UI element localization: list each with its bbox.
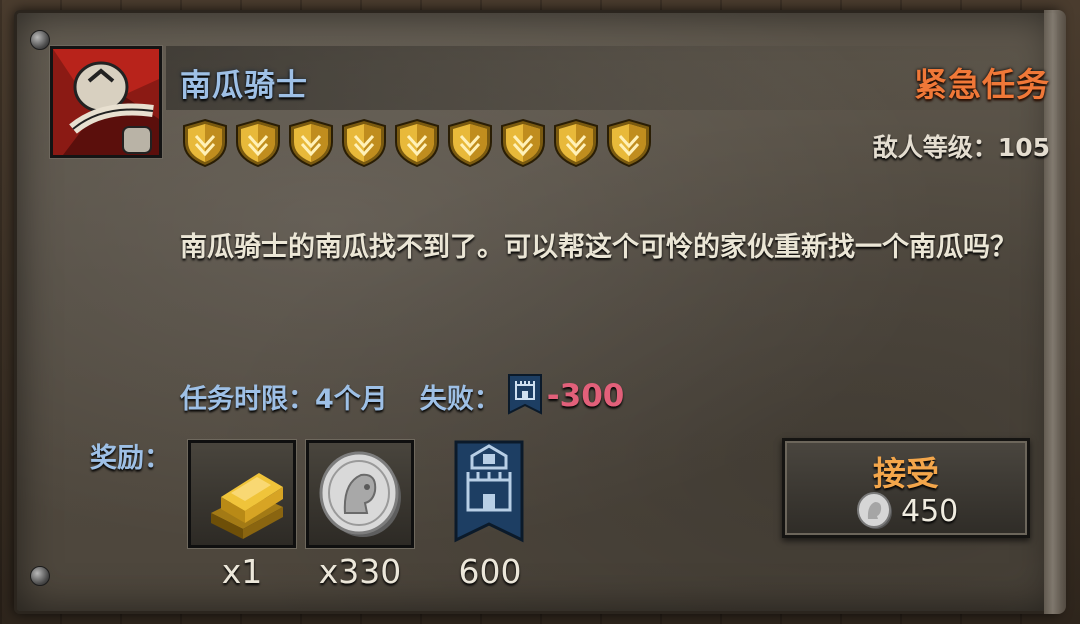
accept-cost-value: 450 <box>901 493 959 529</box>
enemy-level-value: 105 <box>997 133 1050 162</box>
nail-icon <box>30 30 50 50</box>
quest-conditions: 任务时限： 4个月 失败： -300 <box>180 374 624 418</box>
reward-qty: 600 <box>458 552 522 591</box>
reward-slot <box>188 440 296 548</box>
reward-qty: x1 <box>221 552 263 591</box>
fortress-banner-icon <box>454 440 524 543</box>
time-limit-label: 任务时限： <box>180 383 315 415</box>
failure-label: 失败： <box>419 383 501 415</box>
accept-label: 接受 <box>873 454 939 493</box>
time-limit-value: 4个月 <box>315 383 388 415</box>
difficulty-shield-icon <box>448 118 492 168</box>
nail-icon <box>30 566 50 586</box>
quest-title: 南瓜骑士 <box>180 68 308 104</box>
difficulty-shields <box>180 118 654 170</box>
difficulty-shield-icon <box>342 118 386 168</box>
failure-penalty: -300 <box>546 378 625 414</box>
fortress-banner-icon <box>507 374 542 415</box>
difficulty-shield-icon <box>236 118 280 168</box>
enemy-level: 敌人等级：105 <box>873 128 1050 164</box>
reward-fortress-banner[interactable]: 600 <box>436 440 544 591</box>
difficulty-shield-icon <box>289 118 333 168</box>
gold-bar-icon <box>211 473 283 539</box>
quest-description: 南瓜骑士的南瓜找不到了。可以帮这个可怜的家伙重新找一个南瓜吗？ <box>180 232 1017 263</box>
accept-cost: 450 <box>855 491 958 531</box>
silver-coin-icon <box>857 492 892 529</box>
silver-coin-icon <box>319 451 401 537</box>
difficulty-shield-icon <box>554 118 598 168</box>
reward-slot <box>306 440 414 548</box>
accept-button[interactable]: 接受 450 <box>782 438 1030 538</box>
urgent-quest-label: 紧急任务 <box>914 65 1050 104</box>
difficulty-shield-icon <box>395 118 439 168</box>
enemy-level-label: 敌人等级： <box>872 133 998 162</box>
reward-gold-bar[interactable]: x1 <box>188 440 296 591</box>
difficulty-shield-icon <box>501 118 545 168</box>
reward-silver-coin[interactable]: x330 <box>306 440 414 591</box>
difficulty-shield-icon <box>183 118 227 168</box>
pumpkin-knight-portrait <box>50 46 162 158</box>
reward-slot <box>436 440 544 548</box>
difficulty-shield-icon <box>607 118 651 168</box>
rewards-label: 奖励： <box>90 443 171 474</box>
reward-qty: x330 <box>318 552 402 591</box>
